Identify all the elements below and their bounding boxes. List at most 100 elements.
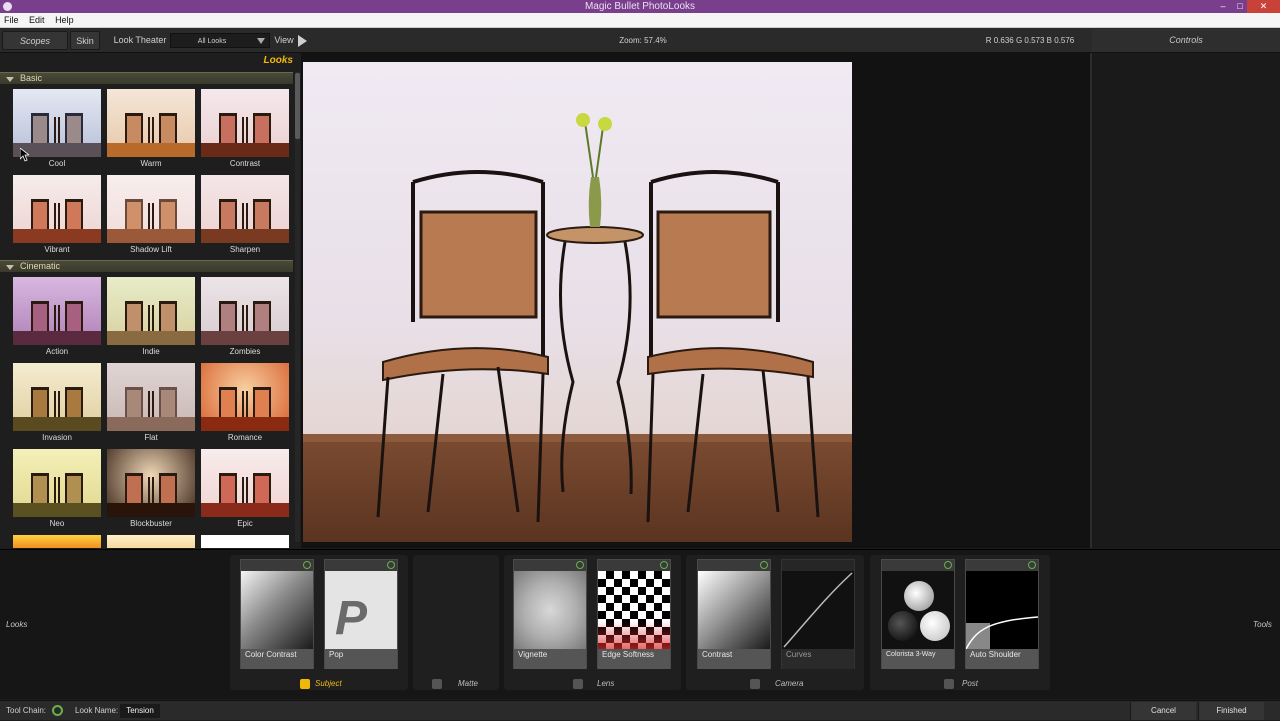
look-thumb-warm[interactable] <box>107 89 195 157</box>
camera-icon <box>750 679 760 689</box>
power-icon[interactable] <box>387 561 395 569</box>
close-button[interactable]: ✕ <box>1247 0 1280 13</box>
tool-edge-softness[interactable]: Edge Softness <box>597 559 671 669</box>
tool-vignette[interactable]: Vignette <box>513 559 587 669</box>
power-icon[interactable] <box>1028 561 1036 569</box>
look-label: Warm <box>140 159 162 168</box>
look-thumb-flat[interactable] <box>107 363 195 431</box>
tool-preview <box>598 571 670 649</box>
toolbar: Scopes Skin Look Theater All Looks View … <box>0 28 1280 53</box>
look-thumb-romance[interactable] <box>201 363 289 431</box>
tool-preview <box>698 571 770 649</box>
tool-label: Color Contrast <box>241 649 313 669</box>
category-matte[interactable]: Matte <box>458 679 478 688</box>
power-icon[interactable] <box>760 561 768 569</box>
look-theater-label: Look Theater <box>113 35 167 45</box>
looks-scrollbar[interactable] <box>295 72 300 542</box>
skin-tab[interactable]: Skin <box>70 31 100 50</box>
category-camera[interactable]: Camera <box>775 679 803 688</box>
tool-preview <box>882 571 954 649</box>
view-button[interactable]: View <box>273 31 295 50</box>
window-title: Magic Bullet PhotoLooks <box>584 1 696 12</box>
tool-chain-power-icon[interactable] <box>52 705 63 716</box>
maximize-button[interactable]: □ <box>1233 0 1247 13</box>
power-icon[interactable] <box>944 561 952 569</box>
preview-image <box>303 62 852 542</box>
look-label: Indie <box>142 347 160 356</box>
look-thumb-sharpen[interactable] <box>201 175 289 243</box>
app-icon <box>3 2 12 11</box>
look-label: Neo <box>49 519 65 528</box>
toolchain-tools-label: Tools <box>1253 620 1272 629</box>
finished-button[interactable]: Finished <box>1198 702 1264 720</box>
category-basic[interactable]: Basic <box>0 72 293 84</box>
category-label: Cinematic <box>20 261 61 271</box>
collapse-triangle-icon[interactable] <box>6 265 14 270</box>
controls-panel <box>1090 53 1280 548</box>
look-label: Sharpen <box>229 245 261 254</box>
category-label: Basic <box>20 73 43 83</box>
looks-title: Looks <box>263 55 293 66</box>
scopes-tab[interactable]: Scopes <box>2 31 68 50</box>
look-thumb-invasion[interactable] <box>13 363 101 431</box>
look-label: Invasion <box>42 433 72 442</box>
looks-panel-header: Looks <box>0 55 297 69</box>
tool-label: Vignette <box>514 649 586 669</box>
collapse-triangle-icon[interactable] <box>6 77 14 82</box>
look-label: Epic <box>237 519 253 528</box>
tool-label: Auto Shoulder <box>966 649 1038 669</box>
power-icon[interactable] <box>303 561 311 569</box>
tool-auto-shoulder[interactable]: Auto Shoulder <box>965 559 1039 669</box>
minimize-button[interactable]: – <box>1213 0 1233 13</box>
chevron-down-icon <box>257 38 265 44</box>
tool-chain-label: Tool Chain: <box>6 706 47 715</box>
category-lens[interactable]: Lens <box>597 679 614 688</box>
look-thumb-vibrant[interactable] <box>13 175 101 243</box>
look-name-field[interactable]: Tension <box>120 704 160 718</box>
menu-edit[interactable]: Edit <box>25 13 49 28</box>
status-bar: Tool Chain: Look Name: Tension Cancel Fi… <box>0 700 1280 720</box>
look-thumb-partial[interactable] <box>13 535 101 548</box>
look-thumb-blockbuster[interactable] <box>107 449 195 517</box>
tool-color-contrast[interactable]: Color Contrast <box>240 559 314 669</box>
looks-scrollbar-thumb[interactable] <box>295 73 300 139</box>
category-subject[interactable]: Subject <box>315 679 342 688</box>
power-icon[interactable] <box>576 561 584 569</box>
tool-preview <box>782 571 854 649</box>
look-thumb-partial[interactable] <box>201 535 289 548</box>
controls-header: Controls <box>1092 29 1280 52</box>
menu-help[interactable]: Help <box>51 13 78 28</box>
tool-colorista-3-way[interactable]: Colorista 3-Way <box>881 559 955 669</box>
look-label: Zombies <box>229 347 261 356</box>
tool-label: Colorista 3-Way <box>882 649 954 669</box>
tool-curves[interactable]: Curves <box>781 559 855 669</box>
looks-dropdown[interactable]: All Looks <box>170 33 270 48</box>
look-label: Vibrant <box>44 245 70 254</box>
menu-file[interactable]: File <box>0 13 23 28</box>
category-cinematic[interactable]: Cinematic <box>0 260 293 272</box>
tool-preview: P <box>325 571 397 649</box>
play-icon[interactable] <box>298 35 307 47</box>
cancel-button[interactable]: Cancel <box>1130 702 1196 720</box>
look-thumb-neo[interactable] <box>13 449 101 517</box>
look-label: Action <box>45 347 69 356</box>
look-thumb-action[interactable] <box>13 277 101 345</box>
look-thumb-contrast[interactable] <box>201 89 289 157</box>
tool-contrast[interactable]: Contrast <box>697 559 771 669</box>
category-post[interactable]: Post <box>962 679 978 688</box>
look-thumb-shadow-lift[interactable] <box>107 175 195 243</box>
power-icon[interactable] <box>660 561 668 569</box>
look-thumb-cool[interactable] <box>13 89 101 157</box>
look-thumb-zombies[interactable] <box>201 277 289 345</box>
chairs-photo <box>376 113 820 523</box>
look-thumb-epic[interactable] <box>201 449 289 517</box>
lens-icon <box>573 679 583 689</box>
toolchain-looks-label: Looks <box>6 620 28 629</box>
title-bar: Magic Bullet PhotoLooks – □ ✕ <box>0 0 1280 13</box>
tool-pop[interactable]: P Pop <box>324 559 398 669</box>
look-label: Blockbuster <box>130 519 172 528</box>
zoom-readout: Zoom: 57.4% <box>619 36 667 45</box>
look-thumb-indie[interactable] <box>107 277 195 345</box>
look-thumb-partial[interactable] <box>107 535 195 548</box>
subject-icon <box>300 679 310 689</box>
